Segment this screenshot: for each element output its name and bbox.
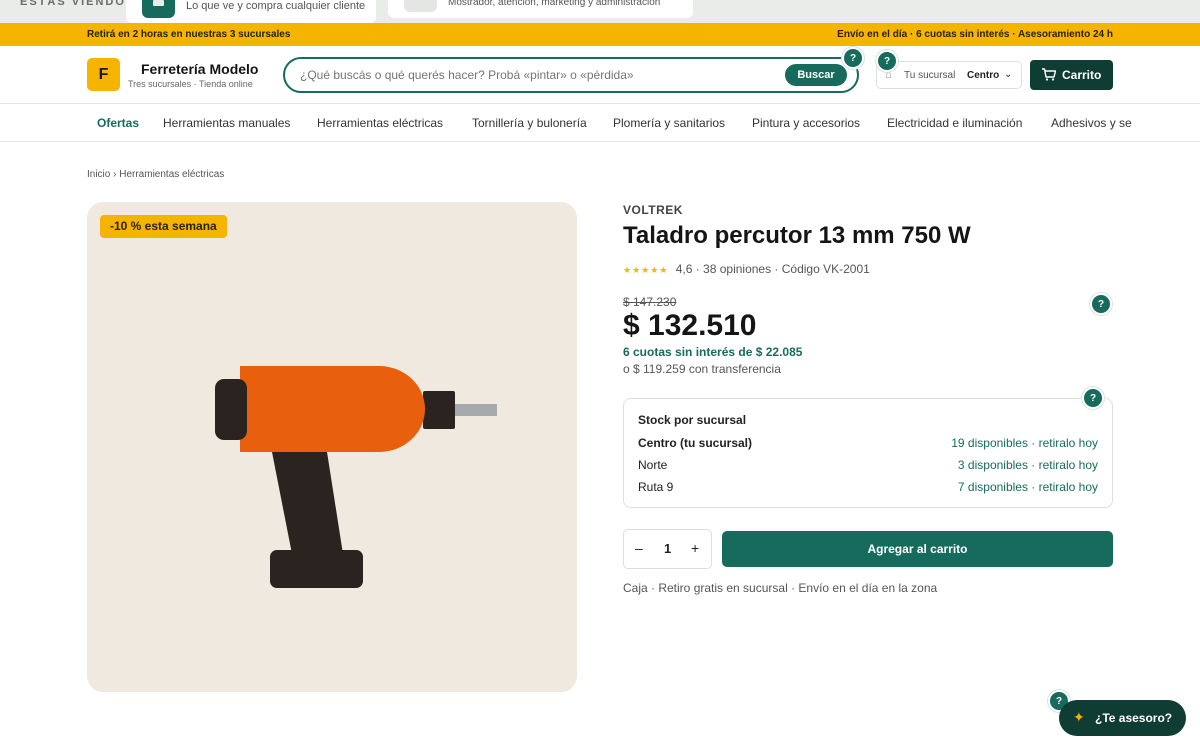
branch-label: Tu sucursal: [904, 70, 956, 81]
stock-panel: Stock por sucursal Centro (tu sucursal) …: [623, 398, 1113, 508]
breadcrumb[interactable]: Inicio › Herramientas eléctricas: [87, 169, 224, 180]
add-to-cart-button[interactable]: Agregar al carrito: [722, 531, 1113, 567]
price: $ 132.510: [623, 309, 757, 342]
promo-pickup-text: Retirá en 2 horas en nuestras 3 sucursal…: [87, 29, 291, 40]
stock-availability: 3 disponibles · retiralo hoy: [957, 458, 1098, 472]
product-image[interactable]: -10 % esta semana: [87, 202, 577, 692]
stock-branch-name: Ruta 9: [638, 480, 674, 494]
category-nav: Ofertas Herramientas manuales Herramient…: [0, 104, 1200, 142]
view-option-client[interactable]: Lo que ve y compra cualquier cliente: [126, 0, 376, 23]
stock-availability: 7 disponibles · retiralo hoy: [957, 480, 1098, 494]
chevron-down-icon: ⌄: [1004, 69, 1013, 80]
view-option-staff[interactable]: Mostrador, atención, marketing y adminis…: [388, 0, 693, 18]
quantity-increase-button[interactable]: +: [691, 540, 699, 556]
delivery-note: Caja · Retiro gratis en sucursal · Envío…: [623, 581, 938, 595]
sparkle-icon: ✦: [1073, 709, 1085, 725]
quantity-decrease-button[interactable]: –: [635, 540, 643, 556]
site-header: F Ferretería Modelo Tres sucursales · Ti…: [0, 46, 1200, 104]
nav-item-pintura[interactable]: Pintura y accesorios: [752, 116, 860, 130]
quantity-value[interactable]: 1: [664, 541, 671, 556]
cart-icon: [1042, 68, 1056, 81]
stock-row: Norte 3 disponibles · retiralo hoy: [638, 458, 1098, 474]
nav-item-herramientas-electricas[interactable]: Herramientas eléctricas: [317, 116, 443, 130]
nav-item-tornilleria[interactable]: Tornillería y bulonería: [472, 116, 587, 130]
search-input[interactable]: [300, 68, 780, 82]
cart-button[interactable]: Carrito: [1030, 60, 1113, 90]
star-rating-icon: ★★★★★: [623, 265, 669, 275]
storefront-icon: [142, 0, 175, 18]
promo-bar: Retirá en 2 horas en nuestras 3 sucursal…: [0, 23, 1200, 46]
search-bar: Buscar: [283, 57, 859, 93]
nav-item-ofertas[interactable]: Ofertas: [97, 116, 139, 130]
old-price: $ 147.230: [623, 295, 677, 309]
staff-icon: [404, 0, 437, 12]
drill-illustration: [215, 366, 497, 588]
quantity-stepper: – 1 +: [623, 529, 712, 569]
stock-title: Stock por sucursal: [638, 413, 747, 427]
stock-row: Ruta 9 7 disponibles · retiralo hoy: [638, 480, 1098, 496]
discount-badge: -10 % esta semana: [100, 215, 227, 238]
stock-row: Centro (tu sucursal) 19 disponibles · re…: [638, 436, 1098, 452]
view-option-staff-text: Mostrador, atención, marketing y adminis…: [448, 0, 661, 8]
stock-availability: 19 disponibles · retiralo hoy: [951, 436, 1098, 450]
stock-branch-name: Norte: [638, 458, 668, 472]
rating-text: 4,6 · 38 opiniones · Código VK-2001: [675, 262, 870, 276]
help-icon[interactable]: ?: [876, 50, 898, 72]
nav-item-plomeria[interactable]: Plomería y sanitarios: [613, 116, 725, 130]
search-button[interactable]: Buscar: [785, 64, 847, 86]
transfer-price-text: o $ 119.259 con transferencia: [623, 362, 781, 376]
stock-branch-name: Centro (tu sucursal): [638, 436, 753, 450]
view-option-client-text: Lo que ve y compra cualquier cliente: [186, 0, 366, 12]
viewing-strip: ESTÁS VIENDO Lo que ve y compra cualquie…: [0, 0, 1200, 23]
installments-text: 6 cuotas sin interés de $ 22.085: [623, 345, 803, 359]
branch-selector[interactable]: ⌂ Tu sucursal Centro ⌄: [876, 61, 1022, 89]
viewing-label: ESTÁS VIENDO: [20, 0, 126, 8]
product-brand[interactable]: VOLTREK: [623, 203, 683, 217]
product-title: Taladro percutor 13 mm 750 W: [623, 222, 971, 249]
help-icon[interactable]: ?: [1082, 387, 1104, 409]
help-icon[interactable]: ?: [1090, 293, 1112, 315]
advisor-chat-button[interactable]: ✦ ¿Te asesoro?: [1059, 700, 1186, 736]
nav-item-electricidad[interactable]: Electricidad e iluminación: [887, 116, 1022, 130]
advisor-label: ¿Te asesoro?: [1095, 711, 1173, 725]
brand-name[interactable]: Ferretería Modelo: [141, 61, 258, 77]
nav-item-adhesivos[interactable]: Adhesivos y se: [1051, 116, 1132, 130]
promo-benefits-text: Envío en el día · 6 cuotas sin interés ·…: [837, 29, 1113, 40]
help-icon[interactable]: ?: [842, 47, 864, 69]
cart-label: Carrito: [1062, 68, 1102, 82]
rating-row[interactable]: ★★★★★ 4,6 · 38 opiniones · Código VK-200…: [623, 262, 870, 276]
branch-value: Centro: [967, 70, 1000, 81]
brand-tagline: Tres sucursales · Tienda online: [128, 79, 253, 89]
logo[interactable]: F: [87, 58, 120, 91]
nav-item-herramientas-manuales[interactable]: Herramientas manuales: [163, 116, 290, 130]
